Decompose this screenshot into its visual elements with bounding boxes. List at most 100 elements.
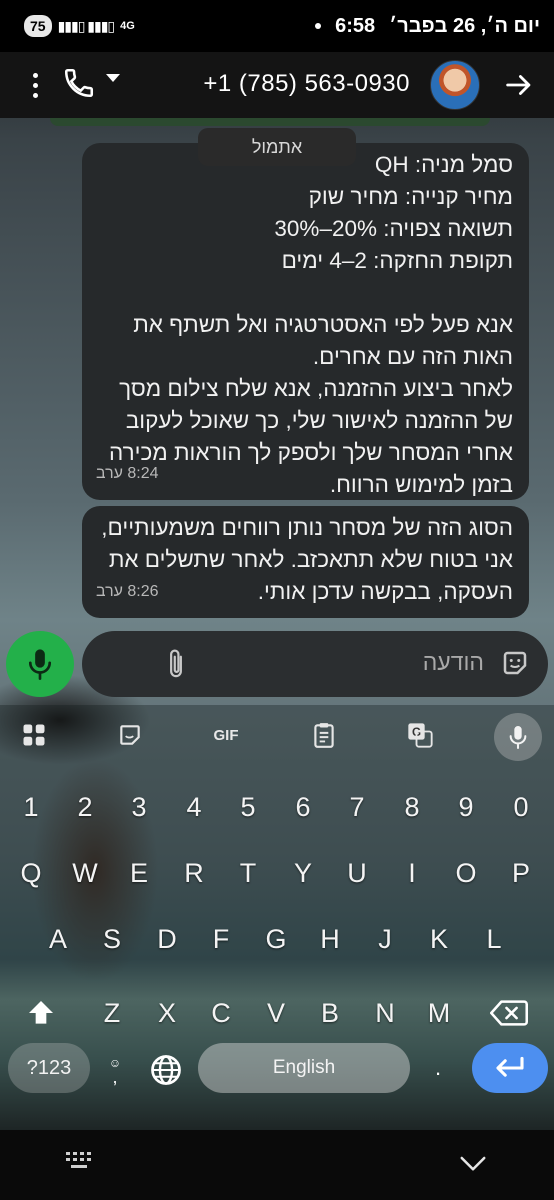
message-input-placeholder[interactable]: הודעה — [423, 649, 484, 676]
emoji-comma-key[interactable]: ☺ , — [100, 1051, 130, 1091]
key-i[interactable]: I — [385, 843, 439, 903]
key-d[interactable]: D — [140, 909, 194, 969]
hide-keyboard-chevron-icon[interactable] — [458, 1148, 488, 1178]
backspace-key[interactable] — [476, 983, 542, 1043]
voice-record-button[interactable] — [6, 631, 74, 697]
key-n[interactable]: N — [358, 983, 412, 1043]
keyboard-switch-icon[interactable] — [64, 1150, 96, 1176]
key-a[interactable]: A — [31, 909, 85, 969]
key-v[interactable]: V — [249, 983, 303, 1043]
network-type: 4G — [120, 19, 135, 32]
key-7[interactable]: 7 — [330, 777, 384, 837]
date-divider: אתמול — [198, 128, 356, 166]
signal-bars-icon: ▮▮▮▯ ▮▮▮▯ — [57, 17, 116, 34]
key-4[interactable]: 4 — [167, 777, 221, 837]
status-bar: 75 ▮▮▮▯ ▮▮▮▯ 4G 6:58 יום ה׳, 26 בפבר׳ — [0, 0, 554, 52]
key-l[interactable]: L — [467, 909, 521, 969]
voice-typing-button[interactable] — [494, 713, 542, 761]
key-e[interactable]: E — [112, 843, 166, 903]
key-t[interactable]: T — [221, 843, 275, 903]
apps-grid-icon[interactable] — [14, 717, 54, 753]
key-z[interactable]: Z — [85, 983, 139, 1043]
number-row: 1 2 3 4 5 6 7 8 9 0 — [0, 777, 554, 837]
key-m[interactable]: M — [412, 983, 466, 1043]
message-line: מחיר קנייה: מחיר שוק — [308, 184, 513, 209]
status-time: 6:58 — [335, 14, 376, 37]
system-navigation-bar — [0, 1130, 554, 1200]
globe-language-icon[interactable] — [148, 1052, 184, 1088]
microphone-icon — [28, 649, 52, 680]
contact-avatar[interactable] — [430, 60, 480, 110]
paperclip-icon[interactable] — [164, 647, 188, 681]
status-left: 75 ▮▮▮▯ ▮▮▮▯ 4G — [24, 15, 135, 37]
key-1[interactable]: 1 — [4, 777, 58, 837]
shift-key[interactable] — [10, 983, 72, 1043]
key-k[interactable]: K — [412, 909, 466, 969]
conversation-header: +1 (785) 563-0930 — [0, 52, 554, 118]
key-o[interactable]: O — [439, 843, 493, 903]
keyboard-toolbar: GIF G — [0, 705, 554, 767]
on-screen-keyboard: GIF G 1 2 3 4 5 6 7 8 9 0 Q W E R T Y U … — [0, 705, 554, 1130]
key-9[interactable]: 9 — [439, 777, 493, 837]
key-s[interactable]: S — [85, 909, 139, 969]
previous-message-edge — [50, 118, 490, 126]
sticker-icon[interactable] — [110, 717, 150, 753]
key-6[interactable]: 6 — [276, 777, 330, 837]
message-line: של ההזמנה לאישור שלי, כך שאוכל לעקוב — [125, 408, 513, 433]
message-line: לאחר ביצוע ההזמנה, אנא שלח צילום מסך — [119, 376, 513, 401]
status-right: 6:58 יום ה׳, 26 בפבר׳ — [315, 15, 540, 38]
battery-indicator: 75 — [24, 15, 52, 37]
message-line: אנא פעל לפי האסטרטגיה ואל תשתף את — [133, 312, 513, 337]
message-line: אני בטוח שלא תתאכזב. לאחר שתשלים את — [108, 547, 513, 572]
sticker-icon[interactable] — [500, 648, 530, 678]
key-p[interactable]: P — [494, 843, 548, 903]
backspace-icon — [490, 1000, 528, 1026]
key-y[interactable]: Y — [276, 843, 330, 903]
key-x[interactable]: X — [140, 983, 194, 1043]
key-r[interactable]: R — [167, 843, 221, 903]
gif-button[interactable]: GIF — [206, 717, 246, 753]
message-line: תקופת החזקה: 2–4 ימים — [281, 248, 513, 273]
message-line: תשואה צפויה: 20%–30% — [274, 216, 513, 241]
key-3[interactable]: 3 — [112, 777, 166, 837]
symbols-key[interactable]: ?123 — [8, 1043, 90, 1093]
key-j[interactable]: J — [358, 909, 412, 969]
key-u[interactable]: U — [330, 843, 384, 903]
asdf-row: A S D F G H J K L — [0, 909, 554, 969]
enter-key[interactable] — [472, 1043, 548, 1093]
comma-label: , — [112, 1067, 118, 1087]
clipboard-icon[interactable] — [304, 717, 344, 753]
space-bar[interactable]: English — [198, 1043, 410, 1093]
incoming-message-bubble[interactable]: סמל מניה: QH מחיר קנייה: מחיר שוק תשואה … — [82, 143, 529, 500]
status-date: יום ה׳, 26 בפבר׳ — [389, 14, 540, 37]
message-line: האות הזה עם אחרים. — [312, 344, 513, 369]
message-compose-box[interactable]: הודעה — [82, 631, 548, 697]
key-8[interactable]: 8 — [385, 777, 439, 837]
key-b[interactable]: B — [303, 983, 357, 1043]
overflow-menu-icon[interactable] — [18, 68, 52, 102]
qwerty-row: Q W E R T Y U I O P — [0, 843, 554, 903]
phone-call-icon[interactable] — [62, 66, 96, 100]
contact-phone-number[interactable]: +1 (785) 563-0930 — [203, 70, 410, 98]
key-5[interactable]: 5 — [221, 777, 275, 837]
back-arrow-icon[interactable] — [502, 68, 536, 102]
translate-icon[interactable]: G — [400, 717, 440, 753]
key-g[interactable]: G — [249, 909, 303, 969]
message-timestamp: 8:24 ערב — [96, 465, 159, 482]
shift-arrow-icon — [29, 1001, 53, 1024]
key-2[interactable]: 2 — [58, 777, 112, 837]
message-line: הסוג הזה של מסחר נותן רווחים משמעותיים, — [101, 515, 513, 540]
key-c[interactable]: C — [194, 983, 248, 1043]
key-w[interactable]: W — [58, 843, 112, 903]
key-q[interactable]: Q — [4, 843, 58, 903]
period-key[interactable]: . — [428, 1045, 448, 1091]
call-options-caret-icon[interactable] — [106, 74, 120, 82]
key-h[interactable]: H — [303, 909, 357, 969]
notification-dot-icon — [315, 23, 322, 29]
key-f[interactable]: F — [194, 909, 248, 969]
zxcv-row: Z X C V B N M — [0, 983, 554, 1043]
key-0[interactable]: 0 — [494, 777, 548, 837]
keyboard-bottom-row: ?123 ☺ , English . — [0, 1043, 554, 1099]
incoming-message-bubble[interactable]: הסוג הזה של מסחר נותן רווחים משמעותיים, … — [82, 506, 529, 618]
